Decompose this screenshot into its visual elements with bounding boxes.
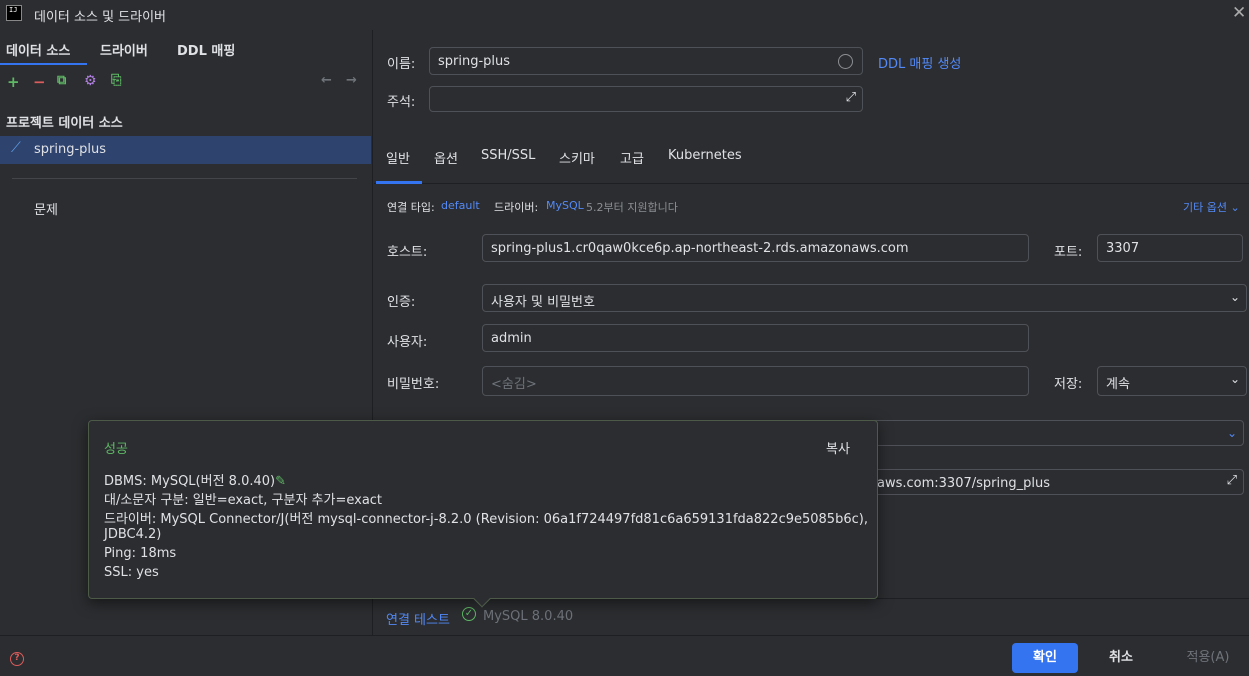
expand-icon[interactable]: ⤢ [846, 90, 856, 105]
popup-dbms-text: DBMS: MySQL(버전 8.0.40) [104, 474, 276, 489]
test-connection-link[interactable]: 연결 테스트 [386, 609, 450, 628]
tab-general[interactable]: 일반 [386, 148, 410, 167]
tab-options[interactable]: 옵션 [434, 148, 458, 167]
popup-line-case: 대/소문자 구분: 일반=exact, 구분자 추가=exact [104, 493, 383, 508]
more-options-text: 기타 옵션 [1183, 201, 1227, 214]
name-value: spring-plus [438, 54, 511, 69]
ddl-mapping-link[interactable]: DDL 매핑 생성 [878, 53, 961, 72]
driver-note: 5.2부터 지원합니다 [586, 201, 678, 214]
tab-active-underline [376, 181, 422, 184]
pencil-icon[interactable]: ✎ [275, 474, 286, 489]
save-select[interactable]: 계속 ⌄ [1097, 366, 1247, 396]
copy-icon[interactable]: ⧉ [57, 73, 66, 88]
user-input[interactable]: admin [482, 324, 1029, 352]
tabs-divider [374, 183, 1249, 184]
driver-value[interactable]: MySQL [546, 199, 584, 212]
name-label: 이름: [387, 57, 416, 72]
auth-select[interactable]: 사용자 및 비밀번호 ⌄ [482, 284, 1247, 312]
close-icon[interactable]: ✕ [1232, 3, 1246, 23]
tab-kubernetes[interactable]: Kubernetes [668, 148, 742, 163]
tree-item-spring-plus[interactable]: spring-plus [34, 142, 106, 157]
url-value: aws.com:3307/spring_plus [877, 476, 1050, 491]
tab-ssh-ssl[interactable]: SSH/SSL [481, 148, 535, 163]
cancel-button[interactable]: 취소 [1096, 643, 1146, 673]
database-select[interactable]: ⌄ [860, 420, 1244, 446]
copy-link[interactable]: 복사 [826, 438, 850, 457]
auth-label: 인증: [387, 295, 416, 310]
remove-icon[interactable]: − [33, 73, 46, 91]
port-input[interactable]: 3307 [1097, 234, 1243, 262]
add-icon[interactable]: + [7, 73, 20, 91]
host-label: 호스트: [387, 245, 428, 260]
title-bar [0, 0, 1249, 30]
tab-advanced[interactable]: 고급 [620, 148, 644, 167]
chevron-down-icon: ⌄ [1230, 201, 1240, 214]
url-input[interactable]: aws.com:3307/spring_plus ⤢ [860, 469, 1244, 495]
save-label: 저장: [1054, 377, 1083, 392]
tab-drivers[interactable]: 드라이버 [100, 40, 148, 59]
save-value: 계속 [1106, 377, 1130, 392]
port-label: 포트: [1054, 245, 1083, 260]
auth-value: 사용자 및 비밀번호 [491, 295, 595, 310]
circle-icon[interactable] [838, 54, 853, 69]
more-options-link[interactable]: 기타 옵션 ⌄ [1183, 199, 1240, 215]
settings-icon[interactable]: ⚙ [84, 73, 97, 89]
popup-line-ssl: SSL: yes [104, 565, 159, 580]
user-label: 사용자: [387, 335, 428, 350]
comment-label: 주석: [387, 95, 416, 110]
tab-data-sources[interactable]: 데이터 소스 [6, 40, 70, 59]
popup-line-driver: 드라이버: MySQL Connector/J(버전 mysql-connect… [104, 512, 868, 542]
popup-line-dbms: DBMS: MySQL(버전 8.0.40)✎ [104, 470, 286, 489]
chevron-down-icon: ⌄ [1226, 426, 1237, 440]
chevron-down-icon: ⌄ [1229, 290, 1240, 304]
app-icon: IJ [6, 5, 22, 21]
expand-icon[interactable]: ⤢ [1227, 473, 1237, 488]
name-input[interactable]: spring-plus [429, 47, 863, 75]
comment-input[interactable]: ⤢ [429, 86, 863, 112]
password-label: 비밀번호: [387, 377, 440, 392]
success-popup: 성공 복사 DBMS: MySQL(버전 8.0.40)✎ 대/소문자 구분: … [88, 420, 878, 599]
chevron-down-icon: ⌄ [1229, 372, 1240, 386]
back-arrow-icon[interactable]: ← [321, 73, 332, 88]
problems-item[interactable]: 문제 [34, 199, 58, 218]
tab-underline [0, 63, 87, 65]
connection-type-value[interactable]: default [441, 199, 480, 212]
password-input[interactable]: <숨김> [482, 366, 1029, 396]
success-check-icon: ✓ [462, 607, 476, 621]
app-icon-text: IJ [9, 6, 18, 14]
popup-line-ping: Ping: 18ms [104, 546, 177, 561]
divider [12, 178, 357, 179]
test-status: MySQL 8.0.40 [483, 609, 574, 624]
forward-arrow-icon[interactable]: → [346, 73, 357, 88]
import-icon[interactable]: ⎘ [111, 73, 121, 88]
host-input[interactable]: spring-plus1.cr0qaw0kce6p.ap-northeast-2… [482, 234, 1029, 262]
window-title: 데이터 소스 및 드라이버 [34, 10, 166, 25]
popup-title: 성공 [104, 442, 128, 457]
mysql-dolphin-icon: ⟋ [11, 140, 21, 156]
apply-button[interactable]: 적용(A) [1178, 643, 1238, 673]
tab-schemas[interactable]: 스키마 [559, 148, 595, 167]
section-project-data-sources: 프로젝트 데이터 소스 [6, 116, 123, 131]
tab-ddl-mapping[interactable]: DDL 매핑 [177, 40, 235, 59]
help-icon[interactable]: ? [10, 652, 24, 666]
driver-label: 드라이버: [494, 201, 539, 214]
ok-button[interactable]: 확인 [1012, 643, 1078, 673]
connection-type-label: 연결 타입: [387, 201, 435, 214]
